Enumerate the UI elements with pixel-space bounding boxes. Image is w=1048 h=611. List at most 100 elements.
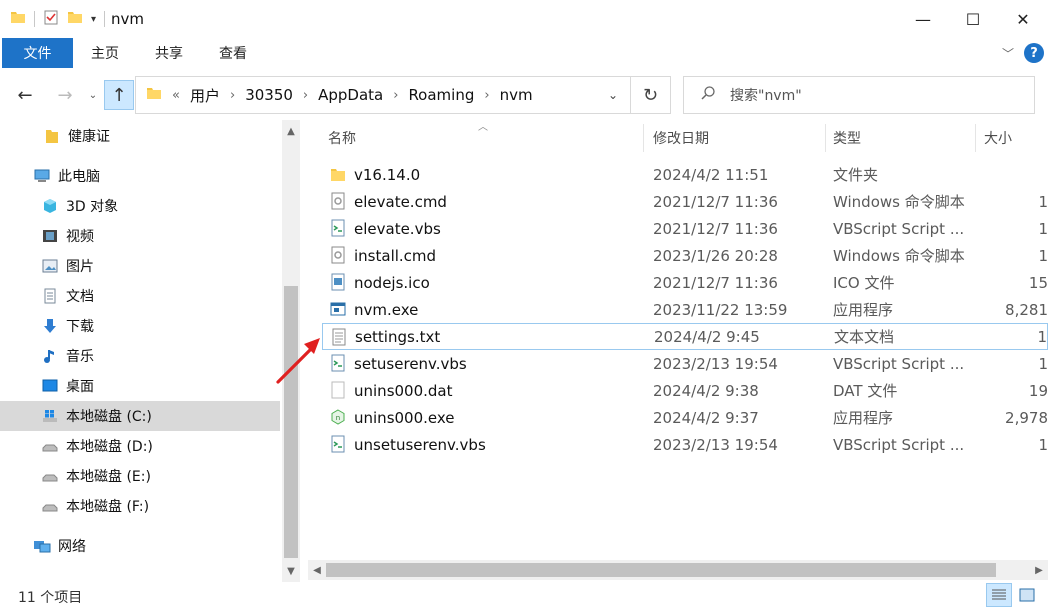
column-divider[interactable] <box>643 124 644 152</box>
sidebar-item-health-cert[interactable]: 健康证 <box>0 121 280 151</box>
tab-home[interactable]: 主页 <box>73 38 137 68</box>
file-size: 1 <box>1038 354 1048 373</box>
sidebar-item-label: 文档 <box>66 289 94 305</box>
list-item[interactable]: nvm.exe 2023/11/22 13:59 应用程序 8,281 <box>322 296 1048 323</box>
file-date: 2024/4/2 11:51 <box>653 165 769 184</box>
computer-icon <box>32 167 52 185</box>
file-type: 应用程序 <box>833 301 894 319</box>
file-list-horizontal-scrollbar[interactable]: ◀ ▶ <box>308 560 1048 580</box>
new-folder-icon[interactable] <box>67 9 83 29</box>
tab-share[interactable]: 共享 <box>137 38 201 68</box>
breadcrumb-user[interactable]: 30350 <box>245 86 293 104</box>
list-item[interactable]: unsetuserenv.vbs 2023/2/13 19:54 VBScrip… <box>322 431 1048 458</box>
sidebar-item-documents[interactable]: 文档 <box>0 281 280 311</box>
file-size: 1 <box>1038 192 1048 211</box>
file-size: 8,281 <box>1005 300 1048 319</box>
file-type: 文本文档 <box>834 328 895 346</box>
list-item[interactable]: elevate.vbs 2021/12/7 11:36 VBScript Scr… <box>322 215 1048 242</box>
image-icon <box>330 273 346 291</box>
close-button[interactable]: ✕ <box>998 0 1048 38</box>
large-icons-view-icon[interactable] <box>1014 583 1040 607</box>
recent-locations-button[interactable]: ⌄ <box>84 76 102 114</box>
scrollbar-thumb[interactable] <box>326 563 996 577</box>
search-box[interactable]: 搜索"nvm" <box>683 76 1035 114</box>
arrow-up-icon: ↑ <box>111 84 127 106</box>
customize-toolbar-icon[interactable]: ▾ <box>91 14 96 25</box>
refresh-button[interactable]: ↻ <box>630 77 670 113</box>
file-date: 2023/1/26 20:28 <box>653 246 778 265</box>
list-item[interactable]: n unins000.exe 2024/4/2 9:37 应用程序 2,978 <box>322 404 1048 431</box>
breadcrumb-nvm[interactable]: nvm <box>500 86 533 104</box>
help-button[interactable]: ? <box>1024 43 1044 63</box>
file-type: DAT 文件 <box>833 382 898 400</box>
folder-icon <box>42 127 62 145</box>
file-date: 2024/4/2 9:38 <box>653 381 759 400</box>
properties-icon[interactable] <box>43 9 59 29</box>
forward-button[interactable]: → <box>50 76 80 114</box>
sidebar-item-drive-d[interactable]: 本地磁盘 (D:) <box>0 431 280 461</box>
expand-ribbon-icon[interactable]: ﹀ <box>1002 45 1014 62</box>
folder-icon[interactable] <box>10 9 26 29</box>
navigation-pane: 健康证 此电脑 3D 对象 视频 图片 文档 下载 音乐 桌面 本地磁盘 (C:… <box>0 120 300 582</box>
breadcrumb-users[interactable]: 用户 <box>190 85 220 106</box>
column-divider[interactable] <box>825 124 826 152</box>
file-name: setuserenv.vbs <box>354 354 467 373</box>
address-dropdown-button[interactable]: ⌄ <box>608 77 618 113</box>
sidebar-item-drive-f[interactable]: 本地磁盘 (F:) <box>0 491 280 521</box>
address-bar[interactable]: « 用户 › 30350 › AppData › Roaming › nvm ⌄… <box>135 76 671 114</box>
scrollbar-thumb[interactable] <box>284 286 298 558</box>
up-button[interactable]: ↑ <box>104 80 134 110</box>
file-name: install.cmd <box>354 246 437 265</box>
sidebar-item-drive-e[interactable]: 本地磁盘 (E:) <box>0 461 280 491</box>
details-view-icon[interactable] <box>986 583 1012 607</box>
chevron-down-icon: ⌄ <box>88 89 98 101</box>
sidebar-item-this-pc[interactable]: 此电脑 <box>0 161 280 191</box>
list-item[interactable]: elevate.cmd 2021/12/7 11:36 Windows 命令脚本… <box>322 188 1048 215</box>
desktop-icon <box>40 377 60 395</box>
tab-file[interactable]: 文件 <box>2 38 73 68</box>
column-divider[interactable] <box>975 124 976 152</box>
breadcrumb-roaming[interactable]: Roaming <box>408 86 474 104</box>
file-size: 1 <box>1037 327 1047 346</box>
sidebar-item-drive-c[interactable]: 本地磁盘 (C:) <box>0 401 280 431</box>
file-date: 2023/11/22 13:59 <box>653 300 788 319</box>
back-button[interactable]: ← <box>10 76 40 114</box>
scroll-up-icon[interactable]: ▲ <box>282 120 300 142</box>
tab-view[interactable]: 查看 <box>201 38 265 68</box>
sidebar-item-3d-objects[interactable]: 3D 对象 <box>0 191 280 221</box>
scroll-right-icon[interactable]: ▶ <box>1030 560 1048 580</box>
minimize-button[interactable]: — <box>898 0 948 38</box>
list-item[interactable]: unins000.dat 2024/4/2 9:38 DAT 文件 19 <box>322 377 1048 404</box>
breadcrumb-appdata[interactable]: AppData <box>318 86 383 104</box>
sidebar-item-label: 本地磁盘 (F:) <box>66 499 150 515</box>
sidebar-item-downloads[interactable]: 下载 <box>0 311 280 341</box>
sidebar-item-pictures[interactable]: 图片 <box>0 251 280 281</box>
file-type: VBScript Script ... <box>833 219 965 238</box>
vbs-icon <box>330 435 346 453</box>
breadcrumb-overflow[interactable]: « <box>172 88 180 103</box>
column-date-modified[interactable]: 修改日期 <box>653 120 709 156</box>
sidebar-item-desktop[interactable]: 桌面 <box>0 371 280 401</box>
list-item-selected[interactable]: settings.txt 2024/4/2 9:45 文本文档 1 <box>322 323 1048 350</box>
download-icon <box>40 317 60 335</box>
scroll-left-icon[interactable]: ◀ <box>308 560 326 580</box>
column-size[interactable]: 大小 <box>984 120 1012 156</box>
column-type[interactable]: 类型 <box>833 120 861 156</box>
list-item[interactable]: setuserenv.vbs 2023/2/13 19:54 VBScript … <box>322 350 1048 377</box>
maximize-button[interactable]: ☐ <box>948 0 998 38</box>
file-list: ︿ 名称 修改日期 类型 大小 v16.14.0 2024/4/2 11:51 … <box>308 120 1048 560</box>
list-item[interactable]: install.cmd 2023/1/26 20:28 Windows 命令脚本… <box>322 242 1048 269</box>
scroll-down-icon[interactable]: ▼ <box>282 560 300 582</box>
status-bar: 11 个项目 <box>0 583 1048 611</box>
sidebar-item-music[interactable]: 音乐 <box>0 341 280 371</box>
list-item[interactable]: nodejs.ico 2021/12/7 11:36 ICO 文件 15 <box>322 269 1048 296</box>
sidebar-item-videos[interactable]: 视频 <box>0 221 280 251</box>
view-switcher <box>986 583 1040 607</box>
column-name[interactable]: 名称 <box>328 120 356 156</box>
sidebar-item-network[interactable]: 网络 <box>0 531 280 561</box>
item-count: 11 个项目 <box>18 590 83 606</box>
window-title: nvm <box>111 10 145 28</box>
sidebar-item-label: 3D 对象 <box>66 199 119 215</box>
list-item[interactable]: v16.14.0 2024/4/2 11:51 文件夹 <box>322 161 1048 188</box>
file-type: Windows 命令脚本 <box>833 193 965 211</box>
